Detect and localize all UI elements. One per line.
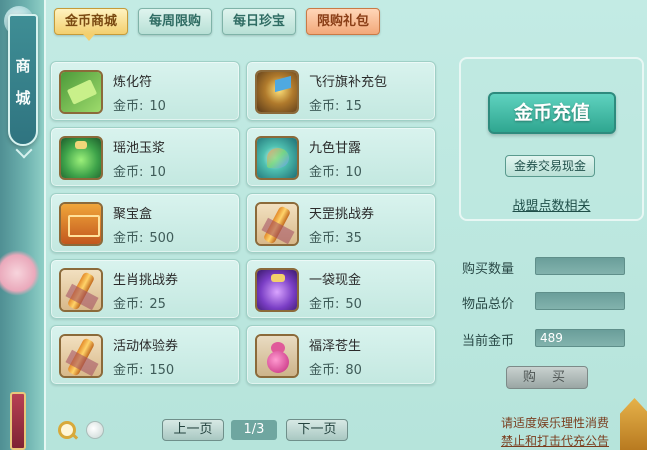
shop-tabs: 金币商城 每周限购 每日珍宝 限购礼包	[54, 8, 381, 41]
pavilion-ornament-icon	[620, 398, 647, 450]
item-price: 金币: 10	[113, 165, 166, 180]
lotus-flower-icon	[0, 250, 40, 296]
item-card[interactable]: 瑶池玉浆 金币: 10	[50, 127, 240, 187]
tab-daily-treasure[interactable]: 每日珍宝	[222, 8, 297, 35]
item-card[interactable]: 聚宝盒 金币: 500	[50, 193, 240, 253]
next-page-button[interactable]: 下一页	[286, 419, 348, 441]
red-banner-ornament-icon	[10, 392, 26, 450]
item-grid: 炼化符 金币: 10 飞行旗补充包 金币: 15 瑶池玉浆 金币: 10 九色甘露 金…	[50, 61, 436, 385]
item-name: 一袋现金	[309, 273, 362, 288]
treasure-box-icon	[59, 202, 103, 246]
alliance-points-link[interactable]: 战盟点数相关	[461, 195, 642, 214]
item-card[interactable]: 福泽苍生 金币: 80	[246, 325, 436, 385]
tab-limited-gift[interactable]: 限购礼包	[306, 8, 381, 35]
item-price: 金币: 15	[309, 99, 362, 114]
side-tab-char-2: 城	[15, 89, 31, 107]
scroll-icon	[59, 334, 103, 378]
buy-button[interactable]: 购 买	[506, 366, 588, 389]
item-name: 瑶池玉浆	[113, 141, 166, 156]
scroll-icon	[255, 202, 299, 246]
item-price: 金币: 80	[309, 363, 362, 378]
item-card[interactable]: 天罡挑战券 金币: 35	[246, 193, 436, 253]
current-gold-field: 489	[535, 329, 625, 347]
item-price: 金币: 150	[113, 363, 175, 378]
item-name: 活动体验券	[113, 339, 179, 354]
item-card[interactable]: 活动体验券 金币: 150	[50, 325, 240, 385]
gem-dew-icon	[255, 136, 299, 180]
quantity-row: 购买数量	[460, 257, 630, 277]
tab-weekly-limited[interactable]: 每周限购	[138, 8, 213, 35]
total-price-field	[535, 292, 625, 310]
item-price: 金币: 10	[113, 99, 166, 114]
voucher-exchange-button[interactable]: 金券交易现金	[505, 155, 595, 177]
current-gold-row: 当前金币 489	[460, 329, 630, 349]
total-price-row: 物品总价	[460, 292, 630, 312]
item-price: 金币: 500	[113, 231, 175, 246]
item-card[interactable]: 炼化符 金币: 10	[50, 61, 240, 121]
side-tab-char-1: 商	[15, 57, 31, 75]
recharge-gold-button[interactable]: 金币充值	[488, 92, 616, 134]
item-price: 金币: 10	[309, 165, 362, 180]
item-name: 天罡挑战券	[309, 207, 375, 222]
recharge-box: 金币充值 金券交易现金 战盟点数相关	[459, 57, 644, 221]
item-card[interactable]: 一袋现金 金币: 50	[246, 259, 436, 319]
side-tab-shop[interactable]: 商 城	[8, 14, 38, 146]
item-name: 九色甘露	[309, 141, 362, 156]
magnifier-icon[interactable]	[58, 421, 76, 439]
flag-pack-icon	[255, 70, 299, 114]
gourd-icon	[255, 334, 299, 378]
item-name: 炼化符	[113, 75, 153, 90]
item-name: 生肖挑战券	[113, 273, 179, 288]
page-indicator: 1/3	[231, 420, 277, 440]
tab-gold-shop[interactable]: 金币商城	[54, 8, 129, 41]
quantity-label: 购买数量	[462, 262, 515, 277]
circle-toggle-icon[interactable]	[86, 421, 104, 439]
current-gold-label: 当前金币	[462, 334, 515, 349]
talisman-icon	[59, 70, 103, 114]
item-price: 金币: 50	[309, 297, 362, 312]
item-price: 金币: 25	[113, 297, 166, 312]
shop-panel: 金币商城 每周限购 每日珍宝 限购礼包 炼化符 金币: 10 飞行旗补充包 金币:…	[44, 0, 647, 450]
item-name: 飞行旗补充包	[309, 75, 388, 90]
prev-page-button[interactable]: 上一页	[162, 419, 224, 441]
item-price: 金币: 35	[309, 231, 362, 246]
consumption-notice: 请适度娱乐理性消费	[500, 416, 609, 430]
quantity-field[interactable]	[535, 257, 625, 275]
jade-pot-icon	[59, 136, 103, 180]
item-card[interactable]: 飞行旗补充包 金币: 15	[246, 61, 436, 121]
item-name: 福泽苍生	[309, 339, 362, 354]
item-card[interactable]: 生肖挑战券 金币: 25	[50, 259, 240, 319]
item-card[interactable]: 九色甘露 金币: 10	[246, 127, 436, 187]
item-name: 聚宝盒	[113, 207, 153, 222]
total-price-label: 物品总价	[462, 297, 515, 312]
scroll-icon	[59, 268, 103, 312]
anti-proxy-notice-link[interactable]: 禁止和打击代充公告	[479, 432, 609, 449]
money-bag-icon	[255, 268, 299, 312]
